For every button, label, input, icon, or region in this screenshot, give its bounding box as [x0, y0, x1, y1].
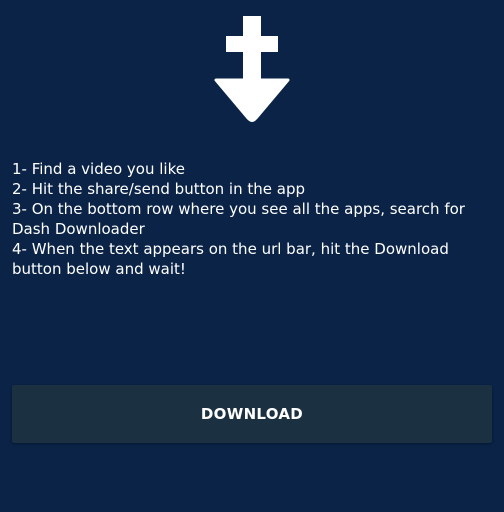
instruction-step-2: 2- Hit the share/send button in the app	[12, 180, 305, 198]
instruction-step-1: 1- Find a video you like	[12, 160, 185, 178]
instructions-list: 1- Find a video you like 2- Hit the shar…	[12, 159, 496, 279]
instruction-step-4: 4- When the text appears on the url bar,…	[12, 240, 449, 278]
instruction-step-3: 3- On the bottom row where you see all t…	[12, 200, 465, 238]
download-arrow-icon	[214, 16, 290, 124]
download-button[interactable]: DOWNLOAD	[12, 385, 492, 443]
app-screen: 1- Find a video you like 2- Hit the shar…	[0, 0, 504, 512]
